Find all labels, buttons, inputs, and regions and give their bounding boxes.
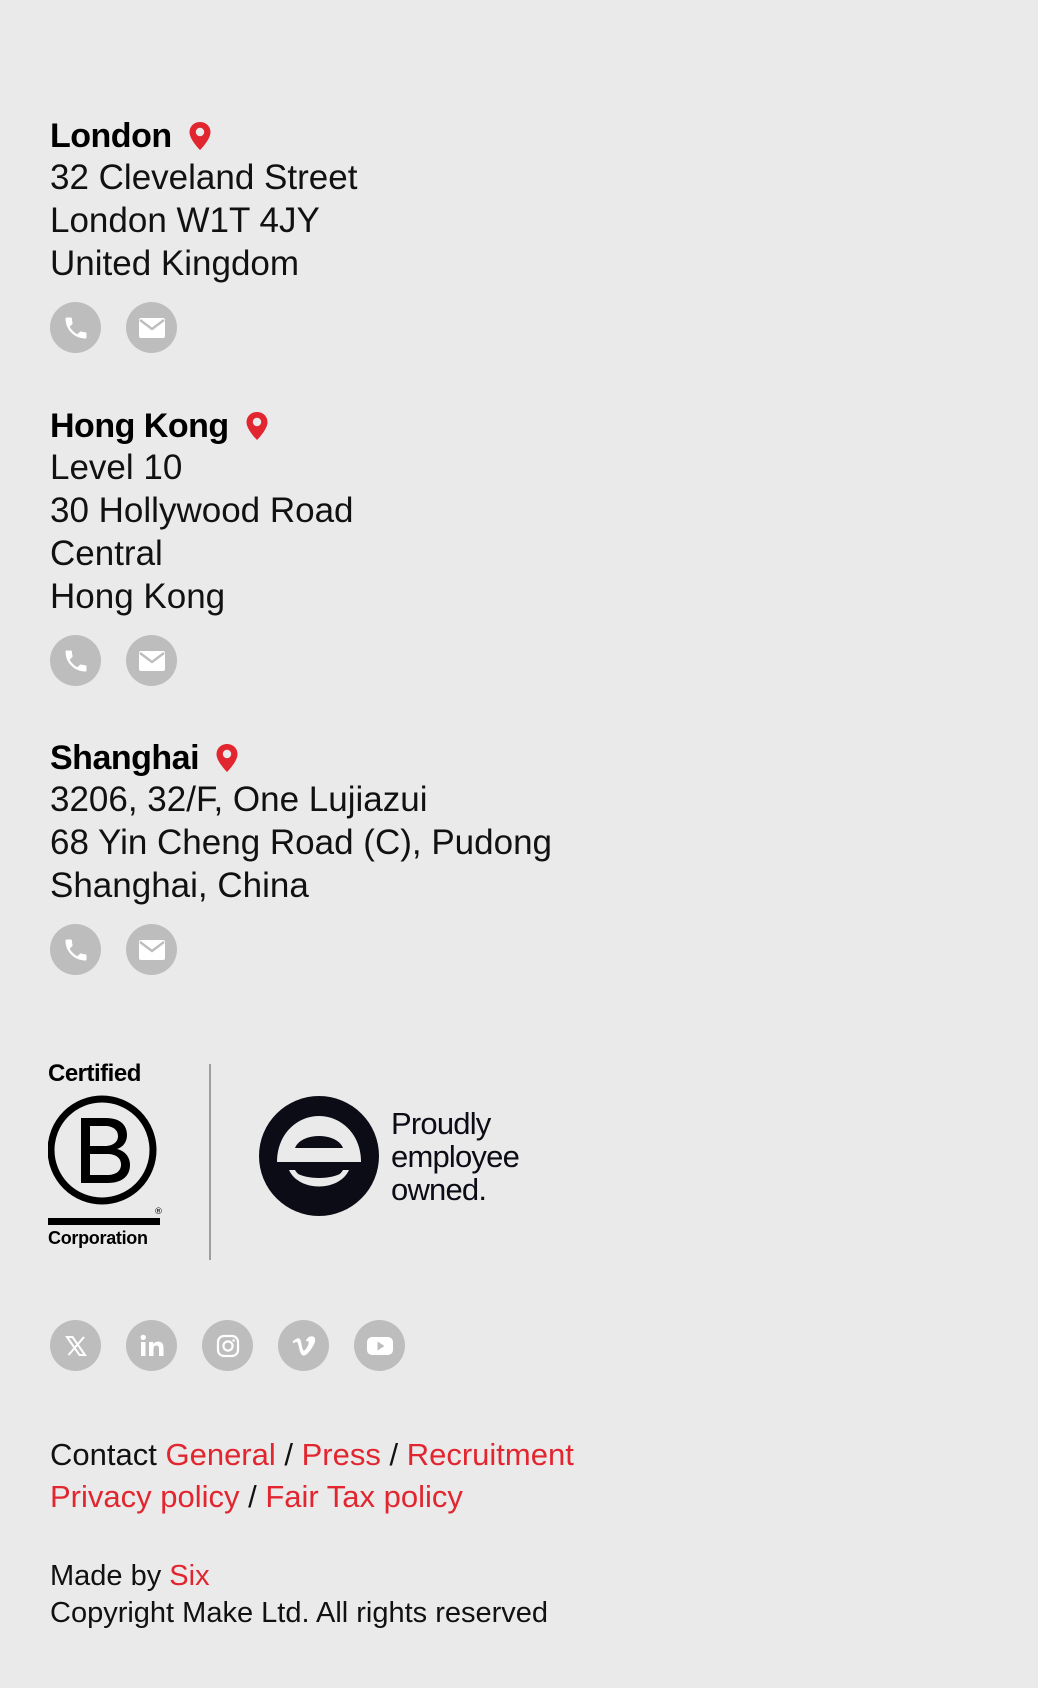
address-line: 68 Yin Cheng Road (C), Pudong [50, 823, 552, 862]
vimeo-icon [292, 1335, 315, 1355]
phone-button[interactable] [50, 924, 101, 975]
credits: Made by Six Copyright Make Ltd. All righ… [50, 1558, 548, 1632]
map-pin-icon[interactable] [245, 411, 269, 441]
contact-recruitment-link[interactable]: Recruitment [407, 1437, 574, 1472]
office-title: Shanghai [50, 738, 552, 778]
instagram-social-button[interactable] [202, 1320, 253, 1371]
contact-icons [50, 302, 357, 353]
fair-tax-policy-link[interactable]: Fair Tax policy [265, 1479, 463, 1514]
copyright-text: Copyright Make Ltd. All rights reserved [50, 1597, 549, 1629]
b-corp-corporation-text: Corporation [48, 1228, 148, 1248]
contact-general-link[interactable]: General [165, 1437, 275, 1472]
address-line: Level 10 [50, 448, 183, 487]
vimeo-social-button[interactable] [278, 1320, 329, 1371]
address-line: Shanghai, China [50, 866, 309, 905]
office-london: London 32 Cleveland Street London W1T 4J… [50, 116, 357, 353]
b-corp-certified-text: Certified [48, 1060, 141, 1087]
made-by-six-link[interactable]: Six [169, 1560, 209, 1592]
linkedin-icon [140, 1334, 163, 1356]
svg-text:®: ® [154, 1207, 162, 1217]
phone-button[interactable] [50, 635, 101, 686]
map-pin-icon[interactable] [215, 743, 239, 773]
instagram-icon [216, 1334, 239, 1357]
linkedin-social-button[interactable] [126, 1320, 177, 1371]
email-icon [138, 317, 165, 338]
phone-icon [65, 939, 86, 960]
office-name: Shanghai [50, 739, 200, 777]
social-links [50, 1320, 405, 1371]
contact-links-row: Contact General / Press / Recruitment [50, 1434, 574, 1476]
contact-label: Contact [50, 1437, 157, 1472]
employee-owned-icon[interactable] [259, 1096, 379, 1216]
youtube-icon [366, 1336, 393, 1355]
address-line: 3206, 32/F, One Lujiazui [50, 780, 428, 819]
b-corp-logo[interactable]: Certified ® Corporation [48, 1060, 163, 1250]
made-by-row: Made by Six [50, 1558, 548, 1595]
certification-badges: Certified ® Corporation Proudly employee… [48, 1060, 568, 1260]
employee-owned-line: employee [391, 1139, 520, 1174]
link-separator: / [275, 1437, 302, 1472]
address-line: 32 Cleveland Street [50, 158, 358, 197]
address-line: Hong Kong [50, 577, 226, 616]
x-social-button[interactable] [50, 1320, 101, 1371]
contact-icons [50, 635, 354, 686]
badge-divider [209, 1064, 211, 1260]
policy-links-row: Privacy policy / Fair Tax policy [50, 1476, 574, 1518]
office-shanghai: Shanghai 3206, 32/F, One Lujiazui 68 Yin… [50, 738, 552, 975]
email-button[interactable] [126, 635, 177, 686]
office-hong-kong: Hong Kong Level 10 30 Hollywood Road Cen… [50, 406, 354, 686]
footer-links: Contact General / Press / Recruitment Pr… [50, 1434, 574, 1518]
email-icon [138, 650, 165, 671]
b-corp-b-icon: ® [48, 1095, 162, 1225]
youtube-social-button[interactable] [354, 1320, 405, 1371]
made-by-label: Made by [50, 1560, 170, 1592]
address-line: United Kingdom [50, 244, 300, 283]
contact-icons [50, 924, 552, 975]
x-icon [64, 1335, 87, 1356]
address-line: London W1T 4JY [50, 201, 320, 240]
contact-press-link[interactable]: Press [302, 1437, 381, 1472]
address-line: Central [50, 534, 163, 573]
office-title: Hong Kong [50, 406, 354, 446]
employee-owned-line: owned. [391, 1172, 487, 1207]
address-line: 30 Hollywood Road [50, 491, 354, 530]
email-button[interactable] [126, 924, 177, 975]
email-button[interactable] [126, 302, 177, 353]
office-name: Hong Kong [50, 407, 229, 445]
employee-owned-line: Proudly [391, 1106, 491, 1141]
employee-owned-text: Proudly employee owned. [391, 1106, 520, 1207]
email-icon [138, 939, 165, 960]
link-separator: / [239, 1479, 266, 1514]
phone-icon [65, 650, 86, 671]
office-title: London [50, 116, 357, 156]
link-separator: / [380, 1437, 407, 1472]
phone-icon [65, 317, 86, 338]
privacy-policy-link[interactable]: Privacy policy [50, 1479, 240, 1514]
map-pin-icon[interactable] [188, 121, 212, 151]
phone-button[interactable] [50, 302, 101, 353]
office-name: London [50, 117, 172, 155]
